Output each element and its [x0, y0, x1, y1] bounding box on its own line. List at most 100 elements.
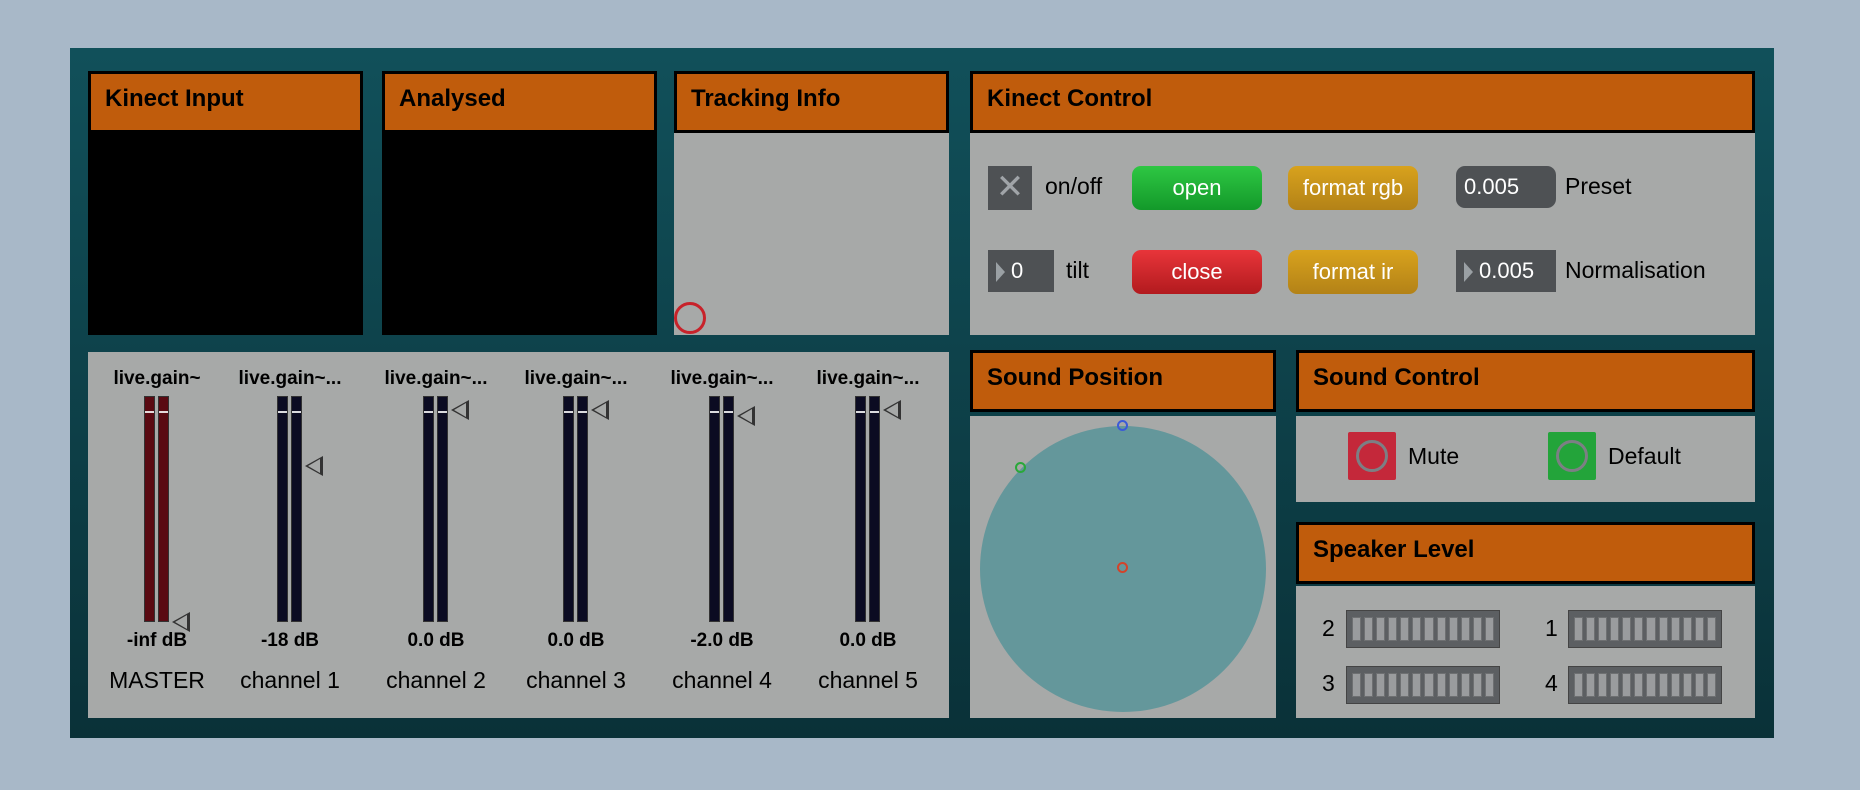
meter-tick: [870, 411, 879, 413]
gain-slider-handle[interactable]: [883, 399, 901, 420]
meter-segment: [1412, 673, 1422, 697]
gain-meter-bar: [277, 396, 288, 622]
meter-segment: [1610, 617, 1620, 641]
meter-segment: [1424, 617, 1434, 641]
gain-slider-handle[interactable]: [172, 612, 190, 632]
channel-label: MASTER: [109, 667, 205, 693]
play-triangle-icon: [1464, 262, 1473, 283]
meter-segment: [1658, 617, 1668, 641]
close-x-icon: ✕: [995, 168, 1025, 206]
meter-segment: [1460, 617, 1470, 641]
meter-segment: [1610, 673, 1620, 697]
meter-tick: [710, 411, 719, 413]
analysed-view: [382, 128, 657, 335]
meter-segment: [1598, 617, 1608, 641]
gain-name: live.gain~: [113, 368, 201, 389]
gain-value: 0.0 dB: [547, 630, 605, 651]
meter-segment: [1694, 617, 1704, 641]
meter-segment: [1412, 617, 1422, 641]
tilt-value: 0: [1011, 258, 1024, 283]
onoff-label: on/off: [1045, 173, 1103, 199]
meter-tick: [278, 411, 287, 413]
source-point-blue[interactable]: [1117, 420, 1128, 431]
kinect-input-view: [88, 128, 363, 335]
close-button[interactable]: close: [1132, 250, 1262, 294]
gain-meter-bar: [577, 396, 588, 622]
meter-tick: [856, 411, 865, 413]
gain-meter-bar: [291, 396, 302, 622]
tracking-info-title: Tracking Info: [691, 85, 841, 112]
tilt-number[interactable]: 0: [988, 250, 1054, 292]
meter-segment: [1376, 617, 1386, 641]
gain-value: -18 dB: [260, 630, 320, 651]
meter-segment: [1622, 673, 1632, 697]
meter-segment: [1670, 673, 1680, 697]
meter-segment: [1460, 673, 1470, 697]
analysed-title: Analysed: [399, 85, 506, 112]
format-rgb-button[interactable]: format rgb: [1288, 166, 1418, 210]
gain-meter-bar: [563, 396, 574, 622]
mute-toggle[interactable]: [1348, 432, 1396, 480]
gain-meter-bar: [423, 396, 434, 622]
speaker-label: 1: [1545, 615, 1558, 641]
gain-slider-handle[interactable]: [305, 456, 323, 477]
onoff-toggle[interactable]: ✕: [988, 166, 1032, 210]
gain-value: 0.0 dB: [407, 630, 465, 651]
gain-slider-handle[interactable]: [737, 406, 755, 427]
meter-segment: [1484, 617, 1494, 641]
format-ir-button[interactable]: format ir: [1288, 250, 1418, 294]
meter-segment: [1472, 617, 1482, 641]
meter-segment: [1376, 673, 1386, 697]
meter-segment: [1352, 617, 1362, 641]
sound-control-title: Sound Control: [1313, 364, 1480, 391]
listener-point-red[interactable]: [1117, 562, 1128, 573]
meter-segment: [1598, 673, 1608, 697]
channel-label: channel 5: [818, 667, 918, 693]
meter-tick: [564, 411, 573, 413]
meter-segment: [1388, 617, 1398, 641]
gain-meter-bar: [869, 396, 880, 622]
meter-tick: [145, 411, 154, 413]
analysed-header: Analysed: [382, 71, 657, 133]
default-toggle[interactable]: [1548, 432, 1596, 480]
meter-segment: [1586, 617, 1596, 641]
meter-tick: [292, 411, 301, 413]
circle-icon: [1356, 440, 1388, 472]
meter-tick: [578, 411, 587, 413]
meter-segment: [1634, 617, 1644, 641]
preset-label: Preset: [1565, 173, 1632, 199]
gain-value: -2.0 dB: [690, 630, 754, 651]
preset-number[interactable]: 0.005: [1456, 166, 1556, 208]
gain-name: live.gain~...: [524, 368, 628, 389]
meter-segment: [1448, 617, 1458, 641]
source-point-green[interactable]: [1015, 462, 1026, 473]
meter-segment: [1574, 617, 1584, 641]
gain-slider-handle[interactable]: [451, 399, 469, 420]
gain-meter-bar: [723, 396, 734, 622]
speaker-meter: [1346, 610, 1500, 648]
tracking-info-view: [674, 128, 949, 335]
meter-segment: [1364, 673, 1374, 697]
normalisation-number[interactable]: 0.005: [1456, 250, 1556, 292]
meter-segment: [1424, 673, 1434, 697]
speaker-label: 4: [1545, 670, 1558, 696]
tracking-marker-icon: [674, 302, 706, 334]
meter-segment: [1658, 673, 1668, 697]
gain-slider-handle[interactable]: [591, 399, 609, 420]
meter-tick: [424, 411, 433, 413]
kinect-input-header: Kinect Input: [88, 71, 363, 133]
meter-segment: [1706, 673, 1716, 697]
gain-name: live.gain~...: [670, 368, 774, 389]
meter-segment: [1364, 617, 1374, 641]
speaker-meter: [1568, 610, 1722, 648]
speaker-level-header: Speaker Level: [1296, 522, 1755, 584]
open-button[interactable]: open: [1132, 166, 1262, 210]
channel-label: channel 2: [386, 667, 486, 693]
meter-segment: [1646, 673, 1656, 697]
meter-segment: [1670, 617, 1680, 641]
meter-segment: [1634, 673, 1644, 697]
gain-meter-bar: [144, 396, 155, 622]
meter-tick: [724, 411, 733, 413]
gain-value: 0.0 dB: [839, 630, 897, 651]
meter-segment: [1682, 617, 1692, 641]
